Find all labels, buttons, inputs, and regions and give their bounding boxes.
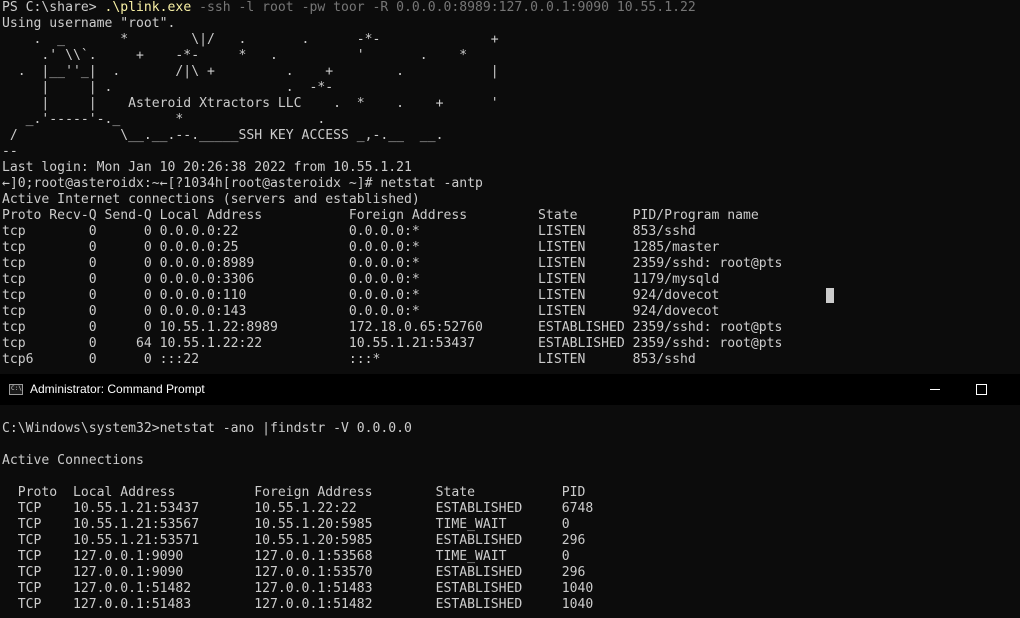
terminal-line: Using username "root". bbox=[2, 16, 176, 31]
terminal-line: ←]0;root@asteroidx:~←[?1034h[root@astero… bbox=[2, 176, 483, 191]
window-titlebar[interactable]: C:\ Administrator: Command Prompt bbox=[0, 374, 1020, 405]
cmd-terminal[interactable]: C:\Windows\system32>netstat -ano |findst… bbox=[0, 405, 1020, 618]
minimize-icon bbox=[930, 389, 940, 390]
command-args: -ssh -l root -pw toor -R 0.0.0.0:8989:12… bbox=[191, 0, 696, 15]
terminal-line: tcp 0 0 0.0.0.0:3306 0.0.0.0:* LISTEN 11… bbox=[2, 272, 720, 287]
maximize-button[interactable] bbox=[958, 374, 1004, 405]
terminal-line: Proto Recv-Q Send-Q Local Address Foreig… bbox=[2, 208, 759, 223]
command-line: PS C:\share> .\plink.exe -ssh -l root -p… bbox=[2, 0, 1020, 16]
terminal-line: tcp 0 0 10.55.1.22:8989 172.18.0.65:5276… bbox=[2, 320, 783, 335]
terminal-line: . _ * \|/ . . -*- + bbox=[2, 32, 499, 47]
terminal-line: tcp 0 0 0.0.0.0:22 0.0.0.0:* LISTEN 853/… bbox=[2, 224, 696, 239]
terminal-line: tcp 0 0 0.0.0.0:110 0.0.0.0:* LISTEN 924… bbox=[2, 288, 720, 303]
terminal-line: tcp 0 0 0.0.0.0:143 0.0.0.0:* LISTEN 924… bbox=[2, 304, 720, 319]
terminal-line: tcp6 0 0 :::22 :::* LISTEN 853/sshd bbox=[2, 352, 696, 367]
terminal-line: TCP 127.0.0.1:51483 127.0.0.1:51482 ESTA… bbox=[2, 597, 594, 612]
cmd-output: C:\Windows\system32>netstat -ano |findst… bbox=[0, 405, 1020, 613]
terminal-line: Last login: Mon Jan 10 20:26:38 2022 fro… bbox=[2, 160, 412, 175]
window-title: Administrator: Command Prompt bbox=[30, 382, 205, 396]
terminal-line: . |__''_| . /|\ + . + . | bbox=[2, 64, 499, 79]
terminal-line: tcp 0 64 10.55.1.22:22 10.55.1.21:53437 … bbox=[2, 336, 783, 351]
terminal-line: TCP 10.55.1.21:53571 10.55.1.20:5985 EST… bbox=[2, 533, 586, 548]
maximize-icon bbox=[975, 384, 987, 395]
terminal-line: TCP 127.0.0.1:51482 127.0.0.1:51483 ESTA… bbox=[2, 581, 594, 596]
command-prompt-icon: C:\ bbox=[9, 384, 23, 395]
prompt-text: PS C:\share> bbox=[2, 0, 105, 15]
terminal-line: tcp 0 0 0.0.0.0:25 0.0.0.0:* LISTEN 1285… bbox=[2, 240, 720, 255]
terminal-line: | | . . -*- bbox=[2, 80, 334, 95]
terminal-line: / \__.__.--._____SSH KEY ACCESS _,-.__ _… bbox=[2, 128, 444, 143]
terminal-line: Proto Local Address Foreign Address Stat… bbox=[2, 485, 586, 500]
minimize-button[interactable] bbox=[912, 374, 958, 405]
top-output: Using username "root". . _ * \|/ . . -*-… bbox=[2, 16, 1020, 368]
terminal-line: -- bbox=[2, 144, 18, 159]
text-cursor bbox=[826, 288, 834, 303]
terminal-line: TCP 10.55.1.21:53567 10.55.1.20:5985 TIM… bbox=[2, 517, 570, 532]
terminal-line: .' \\`. + -*- * . ' . * bbox=[2, 48, 468, 63]
powershell-terminal[interactable]: PS C:\share> .\plink.exe -ssh -l root -p… bbox=[0, 0, 1020, 374]
terminal-line: _.'-----'-._ * . bbox=[2, 112, 326, 127]
terminal-line: TCP 127.0.0.1:9090 127.0.0.1:53568 TIME_… bbox=[2, 549, 570, 564]
terminal-line: C:\Windows\system32>netstat -ano |findst… bbox=[2, 421, 412, 436]
terminal-line: TCP 10.55.1.21:53437 10.55.1.22:22 ESTAB… bbox=[2, 501, 594, 516]
command-text: .\plink.exe bbox=[104, 0, 192, 15]
terminal-line: TCP 127.0.0.1:9090 127.0.0.1:53570 ESTAB… bbox=[2, 565, 586, 580]
terminal-line: | | Asteroid Xtractors LLC . * . + ' bbox=[2, 96, 499, 111]
terminal-line: Active Connections bbox=[2, 453, 144, 468]
terminal-line: tcp 0 0 0.0.0.0:8989 0.0.0.0:* LISTEN 23… bbox=[2, 256, 783, 271]
terminal-line: Active Internet connections (servers and… bbox=[2, 192, 420, 207]
